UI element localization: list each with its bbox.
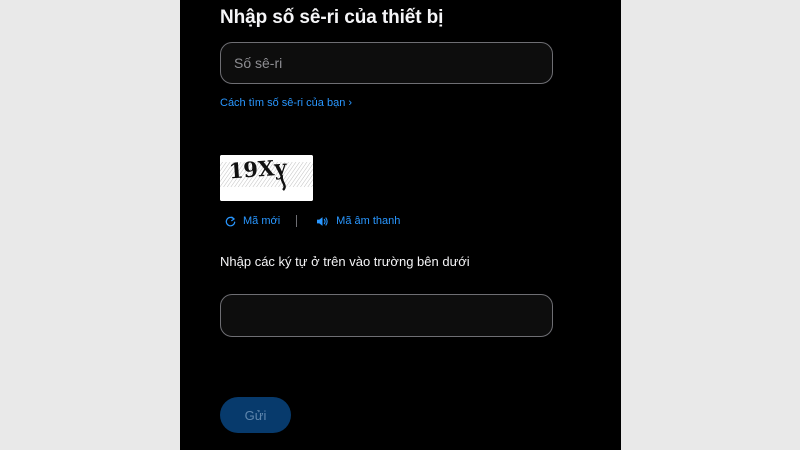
captcha-image: 19Xy: [220, 155, 313, 201]
captcha-input[interactable]: [221, 295, 552, 336]
actions-divider: [296, 215, 298, 227]
captcha-characters: 19Xy: [228, 155, 288, 183]
captcha-instruction: Nhập các ký tự ở trên vào trường bên dướ…: [220, 254, 470, 269]
submit-button[interactable]: Gửi: [220, 397, 291, 433]
page-title: Nhập số sê-ri của thiết bị: [220, 7, 444, 28]
find-serial-link[interactable]: Cách tìm số sê-ri của bạn ›: [220, 97, 352, 109]
refresh-icon: [225, 216, 236, 226]
serial-number-field[interactable]: [220, 42, 553, 84]
serial-form-panel: Nhập số sê-ri của thiết bị Cách tìm số s…: [180, 0, 621, 450]
new-code-label: Mã mới: [243, 215, 281, 227]
captcha-actions: Mã mới Mã âm thanh: [225, 215, 400, 227]
captcha-image-graphic: 19Xy: [220, 155, 313, 201]
audio-code-button[interactable]: Mã âm thanh: [316, 215, 400, 227]
audio-code-label: Mã âm thanh: [336, 215, 401, 227]
new-code-button[interactable]: Mã mới: [225, 215, 280, 227]
speaker-icon: [317, 216, 328, 226]
page: Nhập số sê-ri của thiết bị Cách tìm số s…: [0, 0, 800, 450]
serial-number-input[interactable]: [221, 43, 552, 83]
captcha-field[interactable]: [220, 294, 553, 337]
